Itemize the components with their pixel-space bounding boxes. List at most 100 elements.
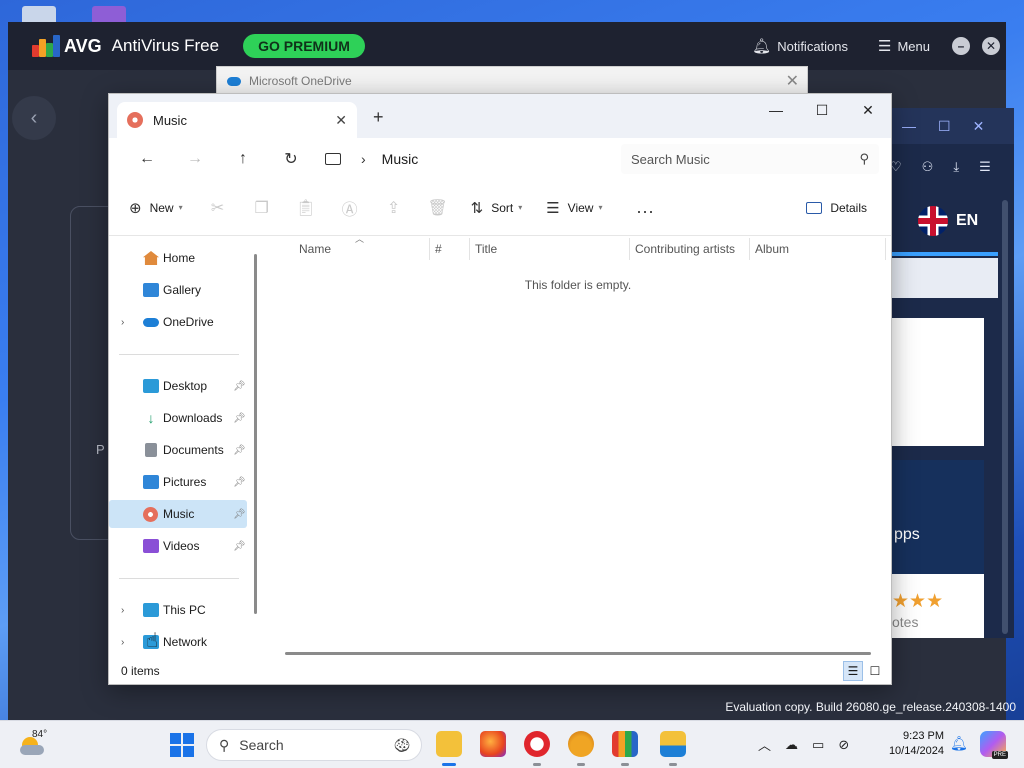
column-divider[interactable] xyxy=(885,238,886,260)
taskbar-firefox[interactable] xyxy=(480,731,506,757)
sidebar-item-pictures[interactable]: Pictures 📌︎ xyxy=(109,468,247,496)
sidebar-item-label: Gallery xyxy=(163,283,202,297)
sort-label: Sort xyxy=(491,200,514,215)
explorer-body: Home Gallery › OneDrive Desktop 📌︎ ↓ Dow… xyxy=(109,234,891,660)
sort-button[interactable]: ⇅ Sort ▾ xyxy=(471,199,523,217)
onedrive-close-button[interactable]: ✕ xyxy=(786,71,799,91)
chevron-right-icon[interactable]: › xyxy=(361,151,366,167)
column-divider[interactable] xyxy=(749,238,750,260)
browser-minimize-icon[interactable]: — xyxy=(902,118,916,134)
notifications-button[interactable]: 🔔︎ Notifications xyxy=(752,37,848,55)
taskbar-search[interactable]: ⚲ Search 🍪︎ xyxy=(206,729,422,761)
column-header-number[interactable]: # xyxy=(435,242,442,256)
column-header-title[interactable]: Title xyxy=(475,242,497,256)
chevron-up-icon[interactable]: ︿ xyxy=(758,735,771,754)
taskbar-vlc-like-app[interactable] xyxy=(568,731,594,766)
copy-icon[interactable]: ❐ xyxy=(251,198,273,218)
avg-close-button[interactable]: ✕ xyxy=(982,37,1000,55)
column-header-name[interactable]: Name xyxy=(299,242,331,256)
rename-icon[interactable]: Ⓐ xyxy=(339,196,361,220)
menu-icon[interactable]: ☰ xyxy=(979,159,991,175)
taskbar-onedrive[interactable] xyxy=(660,731,686,766)
view-button[interactable]: ☰ View ▾ xyxy=(546,199,602,217)
horizontal-scrollbar[interactable] xyxy=(285,652,871,655)
chevron-right-icon[interactable]: › xyxy=(121,605,124,616)
language-label: EN xyxy=(956,212,979,229)
sidebar-item-desktop[interactable]: Desktop 📌︎ xyxy=(109,372,247,400)
cut-icon[interactable]: ✂ xyxy=(207,198,229,218)
sidebar-scrollbar[interactable] xyxy=(254,254,257,614)
forward-button[interactable]: → xyxy=(171,150,219,168)
chevron-right-icon[interactable]: › xyxy=(121,637,124,648)
cloud-off-icon[interactable]: ☁ xyxy=(785,737,798,753)
back-button[interactable]: ← xyxy=(123,150,171,168)
taskbar-file-explorer[interactable] xyxy=(436,731,462,766)
avg-logo: AVG AntiVirus Free xyxy=(32,35,219,57)
download-icon[interactable]: ⤓ xyxy=(953,159,959,175)
account-icon[interactable]: ⚇ xyxy=(922,159,934,175)
pin-icon[interactable]: 📌︎ xyxy=(233,541,246,552)
up-button[interactable]: ↑ xyxy=(219,150,267,168)
minimize-button[interactable]: — xyxy=(753,94,799,126)
large-icons-view-button[interactable]: ☐ xyxy=(865,661,885,681)
sidebar-item-network[interactable]: › Network xyxy=(109,628,247,656)
pin-icon[interactable]: 📌︎ xyxy=(233,445,246,456)
language-selector[interactable]: EN xyxy=(918,206,978,236)
column-divider[interactable] xyxy=(629,238,630,260)
new-button[interactable]: ⊕ New ▾ xyxy=(129,199,183,217)
sidebar-item-downloads[interactable]: ↓ Downloads 📌︎ xyxy=(109,404,247,432)
start-button[interactable] xyxy=(170,733,194,757)
item-count: 0 items xyxy=(121,664,160,678)
browser-scrollbar[interactable] xyxy=(1002,200,1008,634)
tab-music[interactable]: Music ✕ xyxy=(117,102,357,138)
delete-icon[interactable]: 🗑︎ xyxy=(427,198,449,218)
taskbar-avg[interactable] xyxy=(612,731,638,766)
tab-close-button[interactable]: ✕ xyxy=(335,112,347,129)
menu-button[interactable]: ☰ Menu xyxy=(878,37,930,55)
column-header-album[interactable]: Album xyxy=(755,242,789,256)
sidebar-item-gallery[interactable]: Gallery xyxy=(109,276,247,304)
pin-icon[interactable]: 📌︎ xyxy=(233,477,246,488)
taskbar-opera[interactable] xyxy=(524,731,550,766)
weather-widget[interactable]: 84° xyxy=(18,729,48,759)
browser-maximize-icon[interactable]: ☐ xyxy=(938,118,951,135)
new-tab-button[interactable]: + xyxy=(373,107,384,128)
breadcrumb-current[interactable]: Music xyxy=(382,151,419,167)
pin-icon[interactable]: 📌︎ xyxy=(233,509,246,520)
sidebar-item-videos[interactable]: Videos 📌︎ xyxy=(109,532,247,560)
pin-icon[interactable]: 📌︎ xyxy=(233,413,246,424)
go-premium-button[interactable]: GO PREMIUM xyxy=(243,34,365,58)
address-bar[interactable]: › Music xyxy=(325,144,609,174)
column-divider[interactable] xyxy=(469,238,470,260)
clock[interactable]: 9:23 PM 10/14/2024 xyxy=(872,729,944,759)
close-button[interactable]: ✕ xyxy=(845,94,891,126)
paste-icon[interactable]: 📋︎ xyxy=(295,198,317,218)
search-input[interactable]: Search Music ⚲ xyxy=(621,144,879,174)
notification-bell-icon[interactable]: 🔔︎ xyxy=(950,735,968,752)
share-icon[interactable]: ⇪ xyxy=(383,198,405,218)
copilot-button[interactable]: PRE xyxy=(980,731,1008,759)
avg-brand: AVG xyxy=(64,35,102,56)
display-icon[interactable]: ▭ xyxy=(812,737,824,753)
refresh-button[interactable]: ↻ xyxy=(267,149,315,169)
sidebar-divider xyxy=(119,578,239,579)
onedrive-window[interactable]: Microsoft OneDrive ✕ xyxy=(216,66,808,96)
more-options-button[interactable]: ... xyxy=(636,197,654,218)
chevron-right-icon[interactable]: › xyxy=(121,317,124,328)
column-header-contributing-artists[interactable]: Contributing artists xyxy=(635,242,735,256)
maximize-button[interactable]: ☐ xyxy=(799,94,845,126)
command-bar: ⊕ New ▾ ✂ ❐ 📋︎ Ⓐ ⇪ 🗑︎ ⇅ Sort ▾ ☰ View ▾ … xyxy=(109,180,891,236)
sidebar-item-documents[interactable]: Documents 📌︎ xyxy=(109,436,247,464)
avg-back-button[interactable]: ‹ xyxy=(12,96,56,140)
avg-minimize-button[interactable]: – xyxy=(952,37,970,55)
column-divider[interactable] xyxy=(429,238,430,260)
details-view-button[interactable]: ☰ xyxy=(843,661,863,681)
sidebar-item-this-pc[interactable]: › This PC xyxy=(109,596,247,624)
sidebar-item-home[interactable]: Home xyxy=(109,244,247,272)
network-off-icon[interactable]: ⊘ xyxy=(838,737,849,753)
sidebar-item-onedrive[interactable]: › OneDrive xyxy=(109,308,247,336)
browser-close-icon[interactable]: ✕ xyxy=(973,118,985,135)
sidebar-item-music[interactable]: Music 📌︎ xyxy=(109,500,247,528)
pin-icon[interactable]: 📌︎ xyxy=(233,381,246,392)
details-button[interactable]: Details xyxy=(806,201,867,215)
